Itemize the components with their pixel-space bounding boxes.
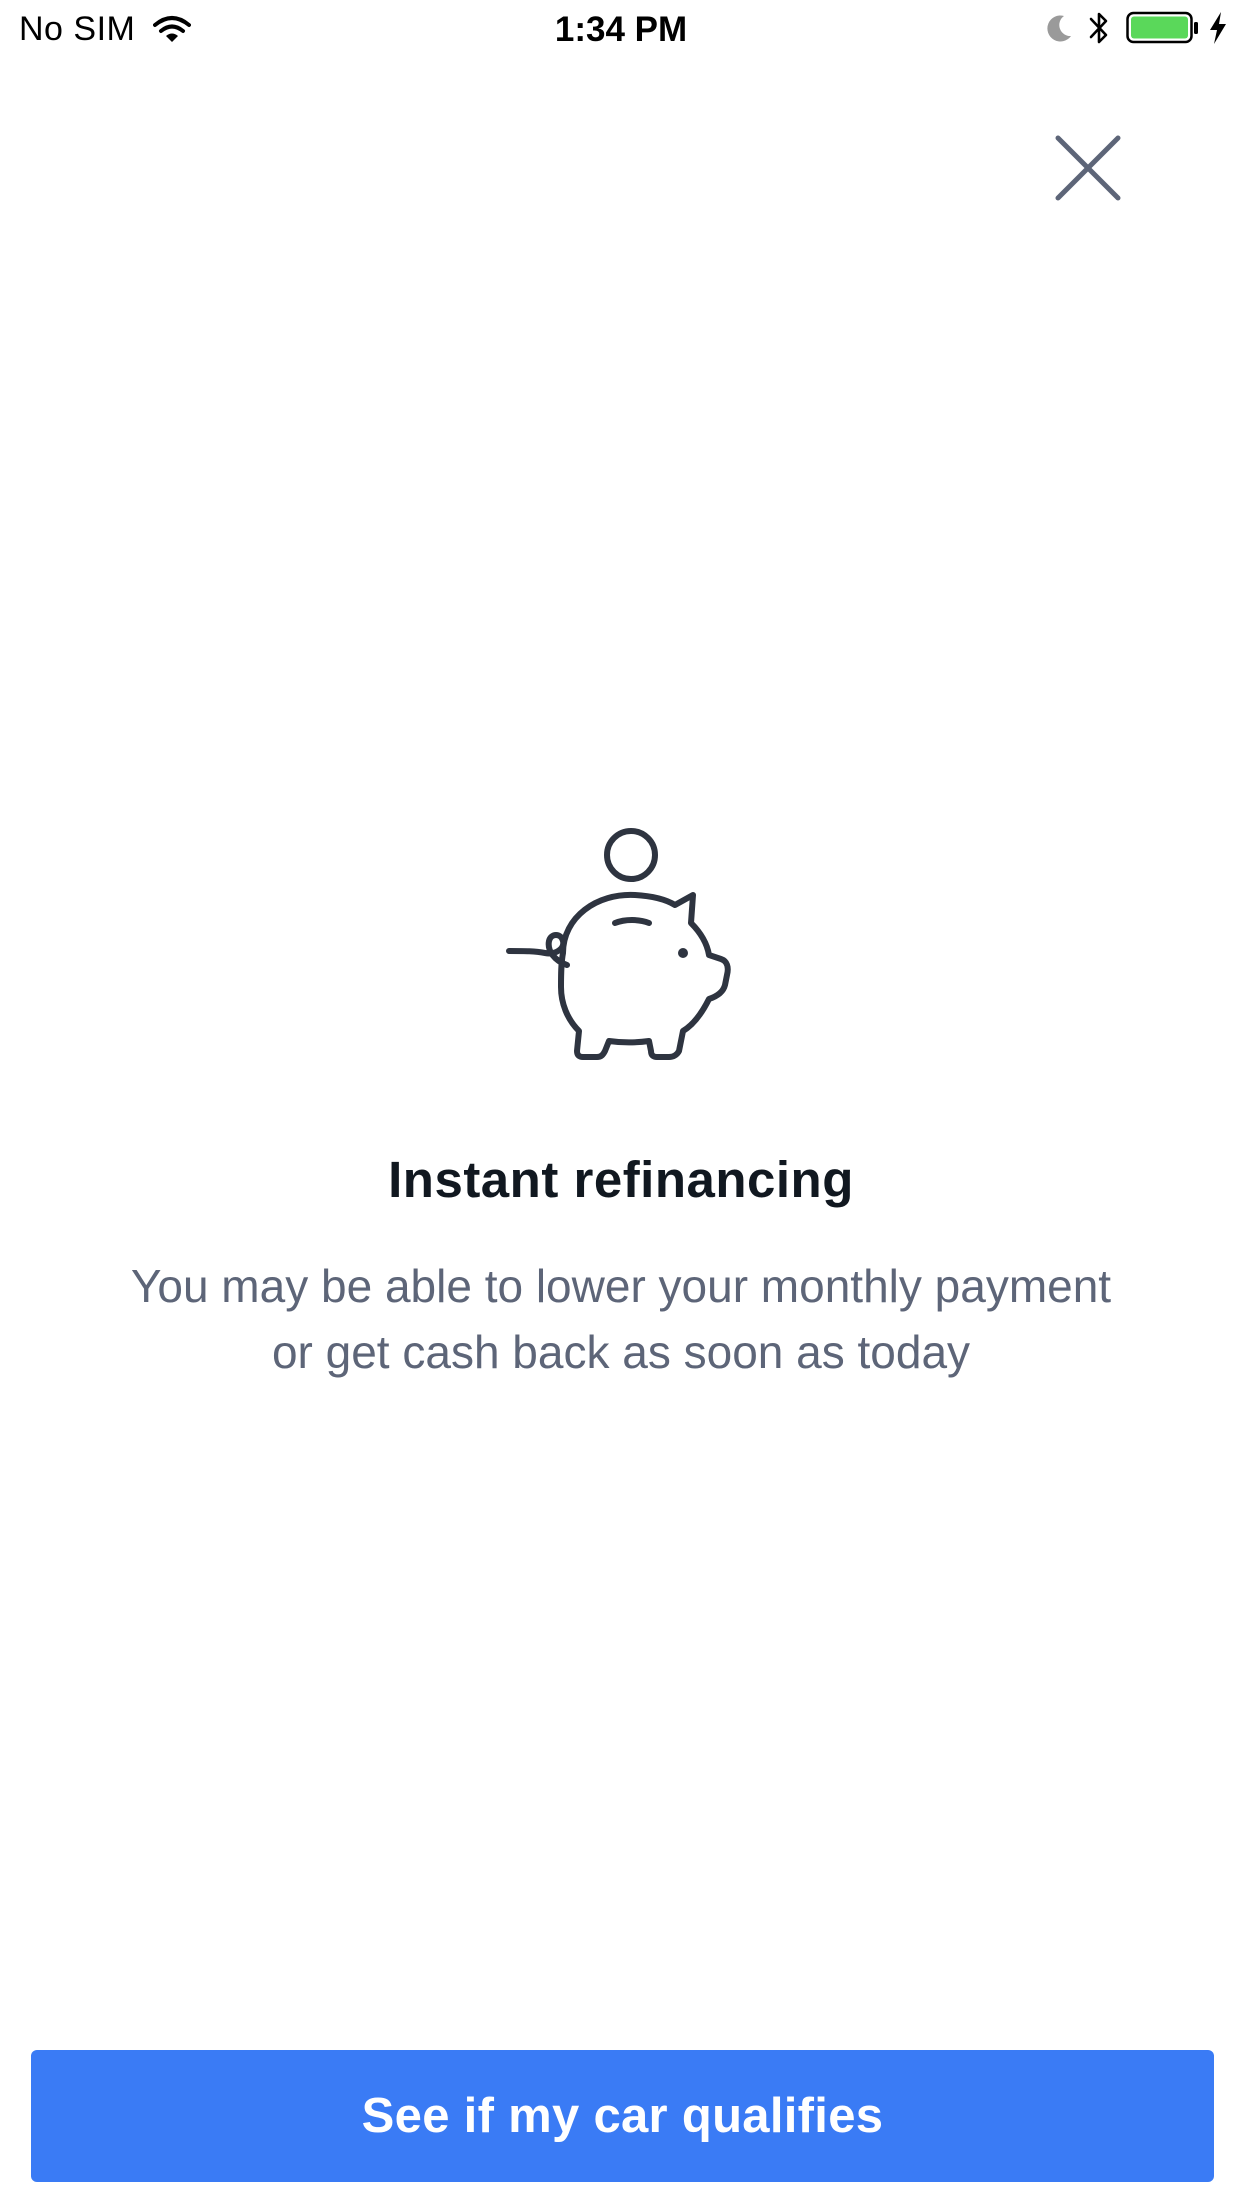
moon-icon: [1047, 15, 1071, 42]
subtitle-line-2: or get cash back as soon as today: [271, 1326, 971, 1378]
piggy-bank-icon: [506, 828, 731, 1060]
page-subtitle: You may be able to lower your monthly pa…: [60, 1253, 1182, 1385]
status-right: [1044, 10, 1228, 46]
status-bar: No SIM 1:34 PM: [0, 0, 1242, 60]
charging-bolt-icon: [1210, 12, 1226, 44]
close-icon: [1055, 135, 1121, 201]
see-if-car-qualifies-button[interactable]: See if my car qualifies: [31, 2050, 1214, 2182]
bluetooth-icon: [1089, 12, 1108, 44]
close-button[interactable]: [1050, 130, 1126, 206]
battery-icon: [1126, 11, 1198, 44]
subtitle-line-1: You may be able to lower your monthly pa…: [130, 1260, 1112, 1312]
page-title: Instant refinancing: [388, 1151, 854, 1208]
